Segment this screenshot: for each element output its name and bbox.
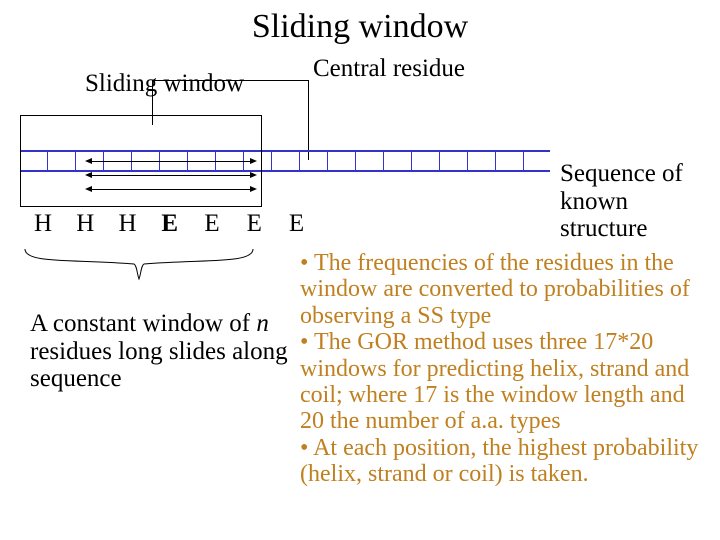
- residue-E: E: [282, 210, 312, 238]
- residue-E: E: [239, 210, 269, 238]
- residue-H: H: [70, 210, 100, 238]
- bullet-list: • The frequencies of the residues in the…: [300, 250, 710, 488]
- sequence-known-label: Sequence of known structure: [560, 160, 720, 243]
- bullet-1: • The frequencies of the residues in the…: [300, 250, 710, 329]
- bullet-3: • At each position, the highest probabil…: [300, 435, 710, 488]
- residue-E-central: E: [155, 210, 185, 238]
- central-residue-label: Central residue: [313, 55, 465, 83]
- sliding-window-label: Sliding window: [85, 70, 244, 98]
- residue-H: H: [28, 210, 58, 238]
- slide-arrow-icon: [91, 161, 251, 162]
- brace-icon: [20, 244, 258, 284]
- slide-arrow-icon: [91, 189, 251, 190]
- diagram: [20, 100, 550, 200]
- residue-H: H: [113, 210, 143, 238]
- page-title: Sliding window: [0, 8, 720, 46]
- central-residue-pointer-h: [152, 80, 309, 81]
- sequence-letters: H H H E E E E: [28, 210, 312, 238]
- bullet-2: • The GOR method uses three 17*20 window…: [300, 329, 710, 435]
- slide-arrow-icon: [91, 175, 251, 176]
- window-box: [20, 115, 262, 207]
- constant-window-caption: A constant window of n residues long sli…: [30, 310, 290, 393]
- residue-E: E: [197, 210, 227, 238]
